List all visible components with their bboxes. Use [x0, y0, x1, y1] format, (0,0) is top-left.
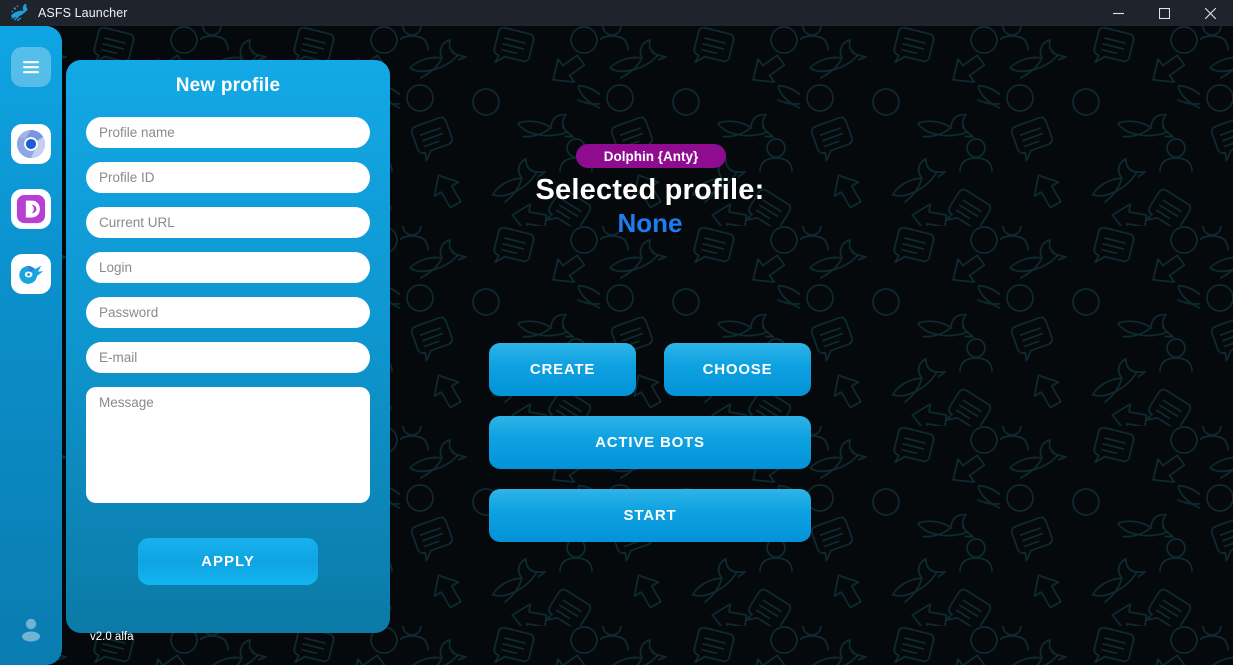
selected-profile-label: Selected profile:: [535, 174, 765, 206]
profile-id-input[interactable]: [86, 162, 370, 193]
choose-button[interactable]: CHOOSE: [664, 343, 811, 396]
titlebar: ASFS Launcher: [0, 0, 1233, 26]
message-textarea[interactable]: [86, 387, 370, 503]
maximize-icon[interactable]: [1141, 0, 1187, 26]
chromium-browser-icon: [16, 129, 46, 159]
sidebar-item-chromium[interactable]: [11, 124, 51, 164]
minimize-icon[interactable]: [1095, 0, 1141, 26]
start-button[interactable]: START: [489, 489, 811, 542]
active-bots-button[interactable]: ACTIVE BOTS: [489, 416, 811, 469]
new-profile-panel: New profile APPLY: [66, 60, 390, 633]
password-input[interactable]: [86, 297, 370, 328]
octo-browser-icon: [19, 265, 44, 284]
sidebar-item-menu[interactable]: [11, 47, 51, 87]
login-input[interactable]: [86, 252, 370, 283]
version-label: v2.0 alfa: [90, 631, 134, 643]
dolphin-anty-icon: [16, 194, 46, 224]
selected-profile-value: None: [617, 208, 683, 238]
asfs-bird-logo-icon: [6, 0, 32, 26]
hamburger-menu-icon: [23, 61, 39, 74]
window-title: ASFS Launcher: [38, 6, 128, 20]
current-url-input[interactable]: [86, 207, 370, 238]
close-icon[interactable]: [1187, 0, 1233, 26]
sidebar-item-user-profile[interactable]: [14, 612, 48, 646]
email-input[interactable]: [86, 342, 370, 373]
create-button[interactable]: CREATE: [489, 343, 636, 396]
sidebar-item-octo[interactable]: [11, 254, 51, 294]
main-content: Dolphin {Anty} Selected profile: None CR…: [390, 26, 1233, 665]
browser-type-badge: Dolphin {Anty}: [576, 144, 726, 168]
window-controls: [1095, 0, 1233, 26]
sidebar: [0, 26, 62, 665]
sidebar-item-dolphin[interactable]: [11, 189, 51, 229]
panel-title: New profile: [175, 75, 281, 96]
profile-name-input[interactable]: [86, 117, 370, 148]
apply-button[interactable]: APPLY: [138, 538, 318, 585]
user-profile-icon: [22, 618, 40, 642]
